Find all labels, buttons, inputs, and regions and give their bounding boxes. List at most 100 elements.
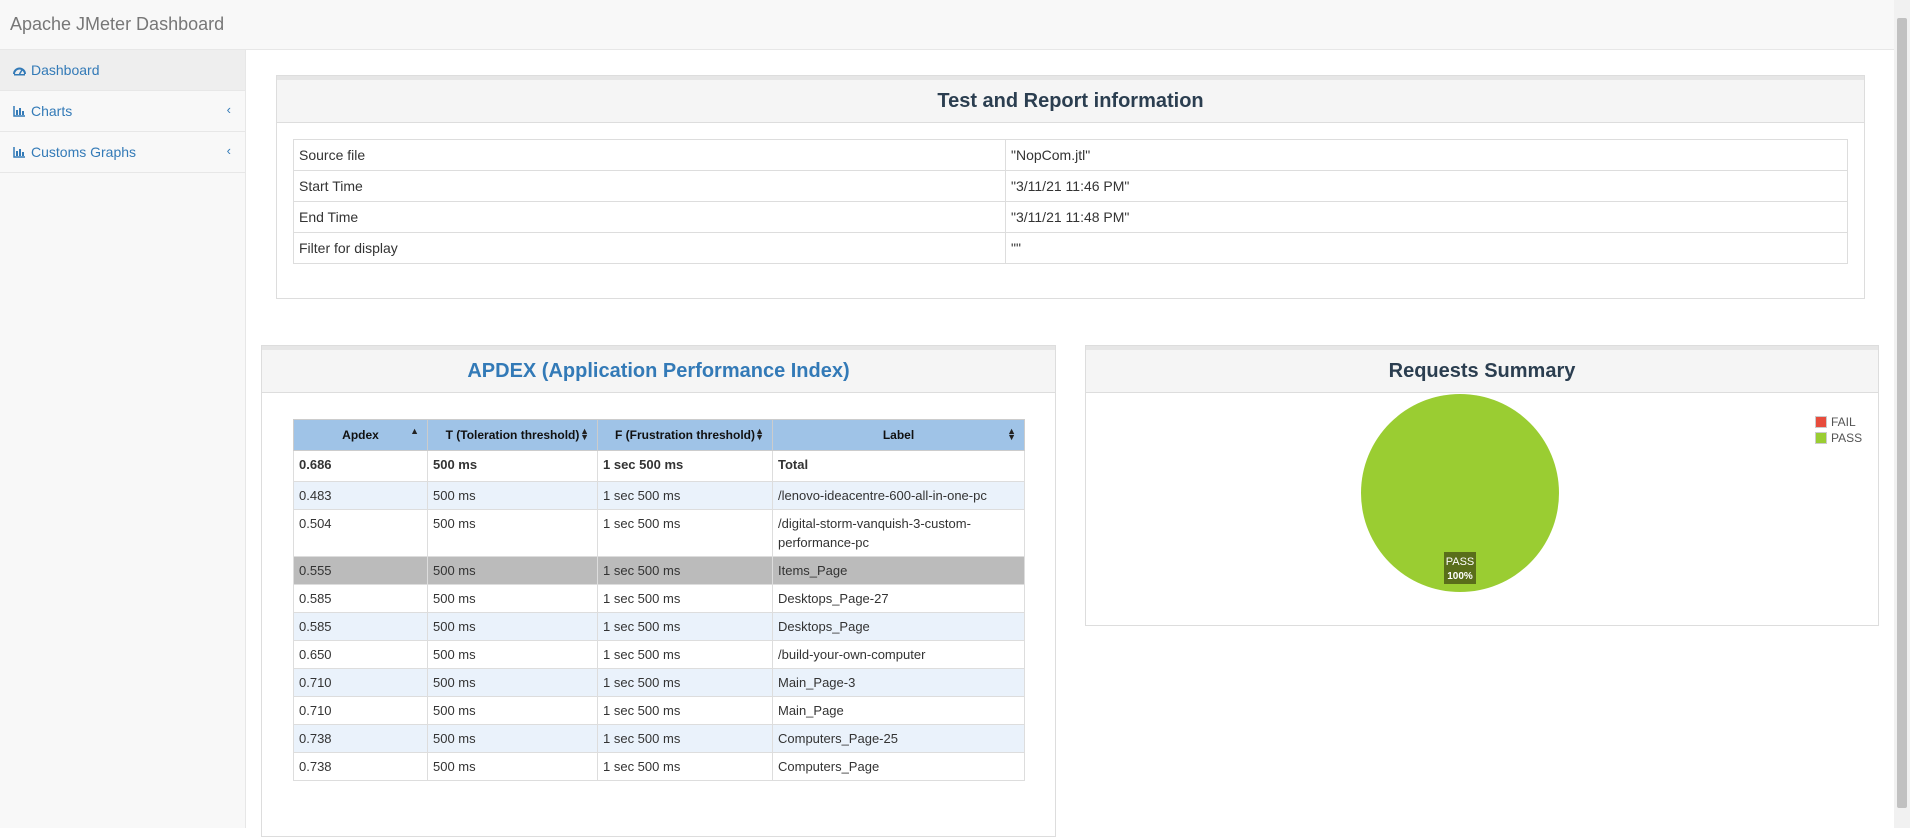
- table-row: Source file "NopCom.jtl": [293, 139, 1848, 171]
- table-row-total: 0.686 500 ms 1 sec 500 ms Total: [293, 450, 1025, 482]
- apdex-cell: 0.555: [293, 556, 428, 585]
- table-row[interactable]: 0.504 500 ms 1 sec 500 ms /digital-storm…: [293, 509, 1025, 557]
- info-value: "3/11/21 11:46 PM": [1005, 170, 1848, 202]
- sidebar: Dashboard Charts ‹ Customs Graphs ‹: [0, 50, 246, 828]
- report-info-panel: Test and Report information Source file …: [276, 75, 1865, 299]
- sidebar-item-customs-graphs[interactable]: Customs Graphs ‹: [0, 132, 245, 173]
- frustration-cell: 1 sec 500 ms: [597, 696, 773, 725]
- info-key: Filter for display: [293, 232, 1006, 264]
- table-row[interactable]: 0.483 500 ms 1 sec 500 ms /lenovo-ideace…: [293, 481, 1025, 510]
- table-row[interactable]: 0.710 500 ms 1 sec 500 ms Main_Page: [293, 696, 1025, 725]
- apdex-cell: 0.710: [293, 668, 428, 697]
- label-cell: Items_Page: [772, 556, 1025, 585]
- table-row[interactable]: 0.710 500 ms 1 sec 500 ms Main_Page-3: [293, 668, 1025, 697]
- requests-summary-panel: Requests Summary PASS 100%: [1085, 345, 1879, 626]
- toleration-cell: 500 ms: [427, 509, 598, 557]
- chart-legend: FAIL PASS: [1815, 414, 1862, 446]
- table-row[interactable]: 0.650 500 ms 1 sec 500 ms /build-your-ow…: [293, 640, 1025, 669]
- scrollbar-thumb[interactable]: [1897, 18, 1907, 808]
- frustration-cell: 1 sec 500 ms: [597, 724, 773, 753]
- bar-chart-icon: [12, 145, 26, 159]
- legend-swatch: [1815, 432, 1827, 444]
- frustration-cell: 1 sec 500 ms: [597, 752, 773, 781]
- sidebar-item-label: Dashboard: [31, 62, 100, 78]
- label-cell: Desktops_Page: [772, 612, 1025, 641]
- bar-chart-icon: [12, 104, 26, 118]
- table-row[interactable]: 0.738 500 ms 1 sec 500 ms Computers_Page…: [293, 724, 1025, 753]
- frustration-cell: 1 sec 500 ms: [597, 612, 773, 641]
- toleration-cell: 500 ms: [427, 640, 598, 669]
- sidebar-item-label: Customs Graphs: [31, 144, 137, 160]
- info-key: Start Time: [293, 170, 1006, 202]
- panel-title: Test and Report information: [277, 76, 1864, 123]
- table-row[interactable]: 0.738 500 ms 1 sec 500 ms Computers_Page: [293, 752, 1025, 781]
- legend-label: PASS: [1831, 431, 1863, 445]
- legend-swatch: [1815, 416, 1827, 428]
- apdex-cell: 0.504: [293, 509, 428, 557]
- toleration-cell: 500 ms: [427, 450, 598, 482]
- label-cell: Total: [772, 450, 1025, 482]
- toleration-cell: 500 ms: [427, 724, 598, 753]
- app-title[interactable]: Apache JMeter Dashboard: [10, 14, 224, 35]
- column-header-frustration[interactable]: F (Frustration threshold) ▲ ▼: [597, 419, 773, 451]
- column-header-apdex[interactable]: Apdex ▲: [293, 419, 428, 451]
- toleration-cell: 500 ms: [427, 752, 598, 781]
- info-key: Source file: [293, 139, 1006, 171]
- column-header-label[interactable]: Label ▲ ▼: [772, 419, 1025, 451]
- dashboard-icon: [12, 63, 26, 77]
- frustration-cell: 1 sec 500 ms: [597, 584, 773, 613]
- toleration-cell: 500 ms: [427, 612, 598, 641]
- info-value: "3/11/21 11:48 PM": [1005, 201, 1848, 233]
- label-cell: /digital-storm-vanquish-3-custom-perform…: [772, 509, 1025, 557]
- label-cell: Desktops_Page-27: [772, 584, 1025, 613]
- sidebar-item-label: Charts: [31, 103, 73, 119]
- column-header-toleration[interactable]: T (Toleration threshold) ▲ ▼: [427, 419, 598, 451]
- toleration-cell: 500 ms: [427, 668, 598, 697]
- toleration-cell: 500 ms: [427, 556, 598, 585]
- table-row: End Time "3/11/21 11:48 PM": [293, 201, 1848, 233]
- pie-label-percent: 100%: [1447, 571, 1473, 582]
- apdex-cell: 0.686: [293, 450, 428, 482]
- frustration-cell: 1 sec 500 ms: [597, 450, 773, 482]
- chevron-left-icon[interactable]: ‹: [227, 143, 231, 158]
- apdex-cell: 0.650: [293, 640, 428, 669]
- requests-pie-chart[interactable]: PASS 100%: [1086, 393, 1878, 623]
- apdex-table: Apdex ▲ T (Toleration threshold) ▲ ▼ F (Fru…: [293, 419, 1025, 781]
- apdex-cell: 0.585: [293, 584, 428, 613]
- frustration-cell: 1 sec 500 ms: [597, 668, 773, 697]
- sort-icon: ▲ ▼: [755, 426, 764, 442]
- label-cell: Computers_Page: [772, 752, 1025, 781]
- chevron-left-icon[interactable]: ‹: [227, 102, 231, 117]
- pie-slice-label: PASS 100%: [1444, 552, 1476, 584]
- frustration-cell: 1 sec 500 ms: [597, 640, 773, 669]
- table-row: Start Time "3/11/21 11:46 PM": [293, 170, 1848, 202]
- table-row: Filter for display "": [293, 232, 1848, 264]
- info-value: "": [1005, 232, 1848, 264]
- label-cell: /build-your-own-computer: [772, 640, 1025, 669]
- sidebar-item-charts[interactable]: Charts ‹: [0, 91, 245, 132]
- label-cell: Computers_Page-25: [772, 724, 1025, 753]
- table-row[interactable]: 0.585 500 ms 1 sec 500 ms Desktops_Page: [293, 612, 1025, 641]
- info-key: End Time: [293, 201, 1006, 233]
- sidebar-item-dashboard[interactable]: Dashboard: [0, 50, 245, 91]
- table-row-hovered[interactable]: 0.555 500 ms 1 sec 500 ms Items_Page: [293, 556, 1025, 585]
- apdex-cell: 0.585: [293, 612, 428, 641]
- legend-item-fail[interactable]: FAIL: [1815, 414, 1862, 430]
- top-navbar: Apache JMeter Dashboard: [0, 0, 1894, 50]
- legend-item-pass[interactable]: PASS: [1815, 430, 1862, 446]
- toleration-cell: 500 ms: [427, 584, 598, 613]
- label-cell: /lenovo-ideacentre-600-all-in-one-pc: [772, 481, 1025, 510]
- apdex-cell: 0.738: [293, 724, 428, 753]
- frustration-cell: 1 sec 500 ms: [597, 556, 773, 585]
- table-row[interactable]: 0.585 500 ms 1 sec 500 ms Desktops_Page-…: [293, 584, 1025, 613]
- report-info-table: Source file "NopCom.jtl" Start Time "3/1…: [293, 139, 1848, 264]
- frustration-cell: 1 sec 500 ms: [597, 481, 773, 510]
- legend-label: FAIL: [1831, 415, 1856, 429]
- apdex-cell: 0.738: [293, 752, 428, 781]
- sort-icon: ▲ ▼: [1007, 426, 1016, 442]
- table-header-row: Apdex ▲ T (Toleration threshold) ▲ ▼ F (Fru…: [293, 419, 1025, 451]
- frustration-cell: 1 sec 500 ms: [597, 509, 773, 557]
- vertical-scrollbar[interactable]: [1894, 0, 1910, 828]
- panel-title: APDEX (Application Performance Index): [262, 346, 1055, 393]
- apdex-panel: APDEX (Application Performance Index) Ap…: [261, 345, 1056, 837]
